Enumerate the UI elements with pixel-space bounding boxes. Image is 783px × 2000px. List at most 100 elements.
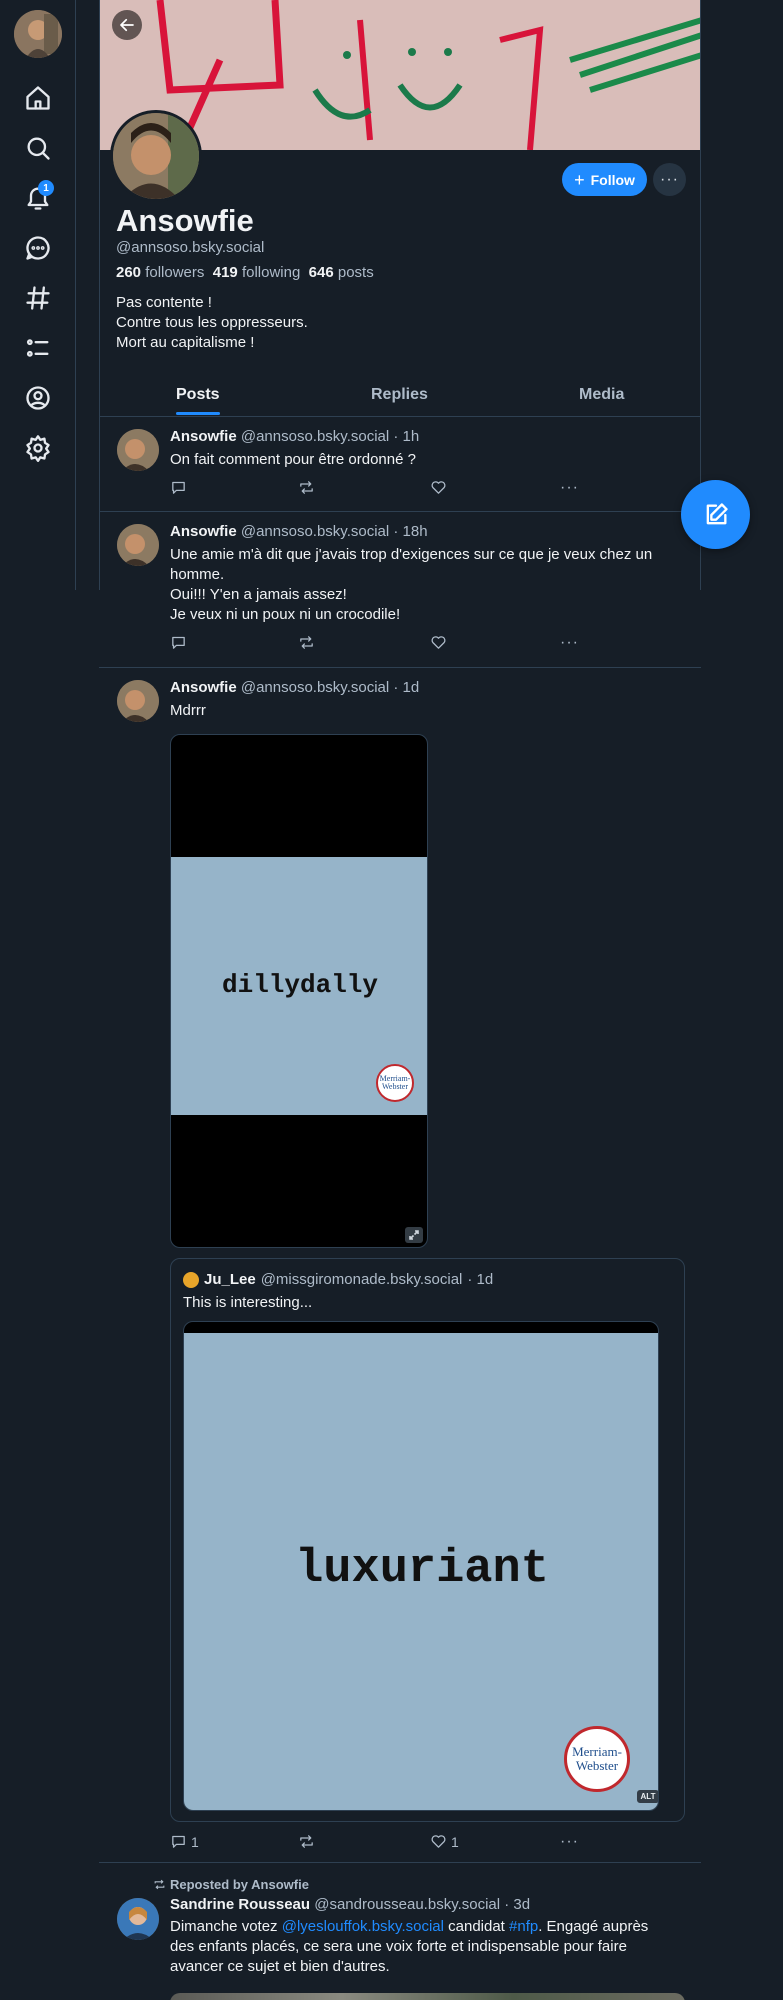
home-icon [26, 86, 50, 110]
post-time[interactable]: · 1h [393, 428, 419, 445]
post-author-name[interactable]: Ansowfie [170, 523, 237, 540]
profile-tabs: Posts Replies Media [100, 372, 700, 417]
post-author-name[interactable]: Ansowfie [170, 428, 237, 445]
repost-button[interactable] [298, 479, 315, 496]
media-word: luxuriant [295, 1543, 549, 1596]
reply-count: 1 [191, 1833, 199, 1850]
notification-badge: 1 [38, 180, 54, 196]
post-author-handle[interactable]: @annsoso.bsky.social [241, 428, 389, 445]
post-author-avatar[interactable] [117, 429, 159, 471]
reply-icon [172, 481, 185, 494]
follow-button[interactable]: + Follow [562, 163, 647, 196]
post-time[interactable]: · 1d [393, 679, 419, 696]
quote-header: Ju_Lee @missgiromonade.bsky.social · 1d [183, 1271, 493, 1288]
reply-icon [172, 636, 185, 649]
reply-button[interactable]: 1 [170, 1833, 199, 1850]
post-author-handle[interactable]: @annsoso.bsky.social [241, 523, 389, 540]
repost-icon [300, 636, 313, 649]
alt-badge[interactable]: ALT [637, 1790, 658, 1803]
chat-button[interactable] [18, 228, 58, 268]
quote-image-card: luxuriant Merriam- Webster [184, 1333, 658, 1810]
profile-button[interactable] [18, 378, 58, 418]
feeds-button[interactable] [18, 278, 58, 318]
post-author-handle[interactable]: @annsoso.bsky.social [241, 679, 389, 696]
tab-replies[interactable]: Replies [371, 372, 428, 417]
plus-icon: + [574, 169, 585, 190]
more-options-button[interactable]: ··· [653, 163, 686, 196]
post-image[interactable] [170, 1993, 685, 2000]
compose-post-button[interactable] [681, 480, 750, 549]
post-author-name[interactable]: Ansowfie [170, 679, 237, 696]
notifications-button[interactable]: 1 [18, 178, 58, 218]
post-author-handle[interactable]: @sandrousseau.bsky.social [314, 1896, 500, 1913]
following-link[interactable]: 419 following [213, 264, 301, 281]
quote-author-avatar[interactable] [183, 1271, 199, 1288]
repost-icon [300, 1835, 313, 1848]
post-author-avatar[interactable] [117, 524, 159, 566]
profile-bio: Pas contente ! Contre tous les oppresseu… [116, 294, 308, 351]
video-frame: dillydally Merriam- Webster [171, 857, 427, 1115]
tab-posts[interactable]: Posts [176, 372, 220, 417]
post-header: Sandrine Rousseau @sandrousseau.bsky.soc… [170, 1896, 530, 1913]
back-button[interactable] [112, 10, 142, 40]
post-header: Ansowfie @annsoso.bsky.social · 1h [170, 428, 419, 445]
repost-icon [300, 481, 313, 494]
home-button[interactable] [18, 78, 58, 118]
follow-label: Follow [590, 171, 635, 188]
like-button[interactable] [430, 634, 447, 651]
lists-button[interactable] [18, 328, 58, 368]
reply-button[interactable] [170, 479, 187, 496]
post-more-button[interactable]: ··· [560, 1833, 579, 1851]
quote-image[interactable]: luxuriant Merriam- Webster ALT [183, 1321, 659, 1811]
like-button[interactable] [430, 479, 447, 496]
post-more-button[interactable]: ··· [560, 479, 579, 497]
quoted-post[interactable]: Ju_Lee @missgiromonade.bsky.social · 1d … [170, 1258, 685, 1822]
tab-media[interactable]: Media [579, 372, 624, 417]
quote-author-name[interactable]: Ju_Lee [204, 1271, 256, 1288]
post-author-avatar[interactable] [117, 680, 159, 722]
quote-time[interactable]: · 1d [467, 1271, 493, 1288]
quote-author-handle[interactable]: @missgiromonade.bsky.social [261, 1271, 463, 1288]
merriam-webster-logo: Merriam- Webster [564, 1726, 630, 1792]
hashtag-link[interactable]: #nfp [509, 1918, 538, 1935]
post-item[interactable]: Reposted by Ansowfie Sandrine Rousseau @… [99, 1863, 701, 2000]
mention-link[interactable]: @lyeslouffok.bsky.social [282, 1918, 444, 1935]
repost-button[interactable] [298, 634, 315, 651]
quote-text: This is interesting... [183, 1294, 313, 1311]
repost-icon [154, 1879, 165, 1890]
reply-icon [172, 1835, 185, 1848]
ellipsis-icon: ··· [560, 1833, 579, 1850]
reply-button[interactable] [170, 634, 187, 651]
post-more-button[interactable]: ··· [560, 634, 579, 652]
ellipsis-icon: ··· [560, 634, 579, 651]
post-author-name[interactable]: Sandrine Rousseau [170, 1896, 310, 1913]
chat-icon [26, 236, 50, 260]
search-button[interactable] [18, 128, 58, 168]
ellipsis-icon: ··· [660, 170, 679, 188]
post-author-avatar[interactable] [117, 1898, 159, 1940]
post-item[interactable]: Ansowfie @annsoso.bsky.social · 1d Mdrrr… [99, 668, 701, 1863]
post-video[interactable]: dillydally Merriam- Webster [170, 734, 428, 1248]
expand-icon[interactable] [405, 1227, 423, 1243]
user-avatar[interactable] [14, 10, 62, 58]
like-count: 1 [451, 1833, 459, 1850]
repost-button[interactable] [298, 1833, 315, 1850]
post-text: Mdrrr [170, 702, 206, 719]
post-header: Ansowfie @annsoso.bsky.social · 1d [170, 679, 419, 696]
post-item[interactable]: Ansowfie @annsoso.bsky.social · 1h On fa… [99, 417, 701, 512]
post-time[interactable]: · 3d [504, 1896, 530, 1913]
profile-avatar[interactable] [110, 110, 202, 202]
repost-indicator[interactable]: Reposted by Ansowfie [153, 1877, 309, 1892]
like-button[interactable]: 1 [430, 1833, 459, 1850]
heart-icon [431, 481, 446, 494]
post-actions: ··· [170, 479, 590, 499]
search-icon [27, 137, 50, 160]
hashtag-icon [26, 286, 50, 310]
settings-button[interactable] [18, 428, 58, 468]
post-text: Une amie m'à dit que j'avais trop d'exig… [170, 546, 653, 623]
post-item[interactable]: Ansowfie @annsoso.bsky.social · 18h Une … [99, 512, 701, 668]
post-time[interactable]: · 18h [393, 523, 427, 540]
followers-link[interactable]: 260 followers [116, 264, 204, 281]
list-icon [26, 339, 49, 357]
profile-display-name: Ansowfie [116, 203, 254, 238]
